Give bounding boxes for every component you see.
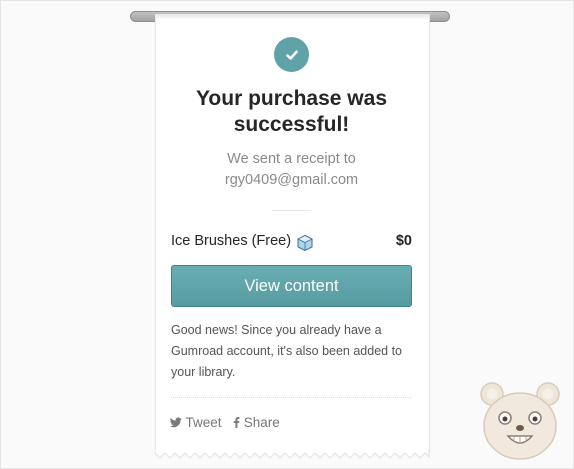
receipt-torn-edge — [155, 449, 430, 459]
twitter-icon — [169, 417, 182, 428]
share-label: Share — [243, 415, 280, 430]
product-line-item: Ice Brushes (Free) $0 — [171, 233, 412, 253]
product-price: $0 — [395, 233, 412, 249]
facebook-icon — [233, 417, 240, 428]
check-icon — [285, 49, 298, 60]
bear-mascot-icon — [480, 382, 560, 460]
ice-cube-icon — [297, 234, 313, 252]
receipt-email: rgy0409@gmail.com — [224, 172, 359, 188]
dotted-divider — [171, 397, 412, 398]
receipt-sent-line: We sent a receipt to — [227, 151, 356, 167]
purchase-success-title: Your purchase was successful! — [195, 87, 387, 136]
tweet-link[interactable]: Tweet — [169, 415, 222, 430]
facebook-share-link[interactable]: Share — [233, 415, 280, 430]
view-content-button[interactable]: View content — [171, 265, 412, 307]
success-check-icon — [274, 37, 309, 72]
receipt-sent-message: We sent a receipt to rgy0409@gmail.com — [160, 149, 423, 191]
divider — [272, 210, 311, 211]
library-note: Good news! Since you already have a Gumr… — [171, 323, 403, 379]
product-name: Ice Brushes (Free) — [171, 233, 292, 249]
tweet-label: Tweet — [185, 415, 222, 430]
receipt-top-shadow — [156, 14, 429, 20]
